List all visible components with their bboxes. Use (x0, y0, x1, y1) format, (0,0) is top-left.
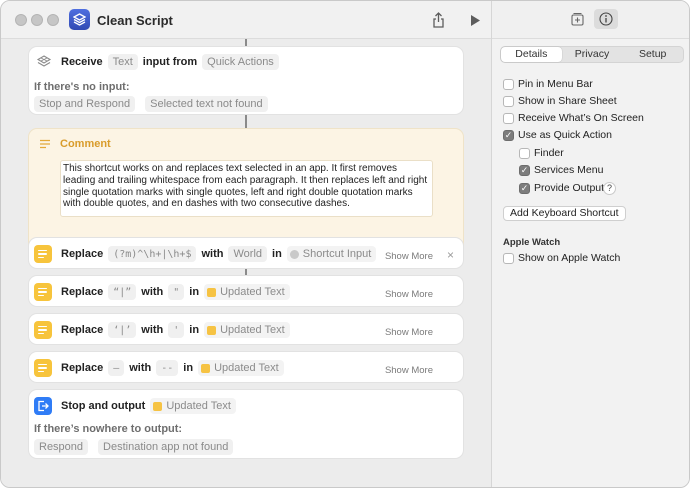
replace-label: Replace (61, 248, 104, 260)
help-icon[interactable]: ? (603, 182, 616, 195)
replacement-token[interactable]: " (168, 284, 185, 300)
window-title: Clean Script (97, 13, 173, 28)
provide-output-checkbox[interactable]: ✓ Provide Output (519, 182, 604, 194)
checkbox[interactable] (503, 95, 514, 107)
tab-setup[interactable]: Setup (622, 47, 683, 62)
library-icon[interactable] (570, 12, 585, 30)
flow-connector (245, 39, 247, 46)
share-icon[interactable] (428, 10, 448, 30)
input-type-token[interactable]: Text (107, 54, 138, 70)
receive-screen-checkbox[interactable]: Receive What’s On Screen (503, 112, 644, 124)
variable-icon (207, 287, 217, 297)
comment-label: Comment (60, 138, 111, 150)
zoom-window-button[interactable] (47, 14, 59, 26)
tab-details[interactable]: Details (501, 47, 562, 62)
input-from-label: input from (142, 56, 198, 68)
title-bar: Clean Script (1, 1, 491, 39)
input-source-token[interactable]: Quick Actions (202, 54, 279, 70)
show-more-button[interactable]: Show More (385, 327, 433, 338)
updated-text-variable[interactable]: Updated Text (204, 284, 290, 300)
replacement-token[interactable]: -- (156, 360, 179, 376)
updated-text-variable[interactable]: Updated Text (150, 398, 236, 414)
with-label: with (201, 248, 224, 260)
replace-label: Replace (61, 286, 104, 298)
variable-icon (207, 325, 217, 335)
shortcuts-window: Clean Script Receive Text input from Qui… (0, 0, 690, 488)
replace-action-card[interactable]: Replace – with -- in Updated Text Show M… (28, 351, 464, 383)
receive-action-card[interactable]: Receive Text input from Quick Actions If… (28, 46, 464, 115)
layers-icon (36, 54, 52, 70)
checkmark-icon[interactable]: ✓ (519, 164, 530, 176)
play-icon[interactable] (465, 10, 485, 30)
inspector-toolbar (492, 1, 689, 39)
comment-lines-icon (39, 139, 51, 152)
checkbox[interactable] (519, 147, 530, 159)
replace-action-card[interactable]: Replace (?m)^\h+|\h+$ with World in Shor… (28, 237, 464, 269)
checkbox[interactable] (503, 78, 514, 90)
replacement-token[interactable]: ' (168, 322, 185, 338)
show-more-button[interactable]: Show More (385, 289, 433, 300)
text-icon (34, 283, 52, 301)
find-pattern-token[interactable]: “|” (108, 284, 137, 300)
replace-label: Replace (61, 362, 104, 374)
finder-checkbox[interactable]: Finder (519, 147, 564, 159)
close-window-button[interactable] (15, 14, 27, 26)
checkmark-icon[interactable]: ✓ (503, 129, 514, 141)
updated-text-variable[interactable]: Updated Text (204, 322, 290, 338)
variable-icon (201, 363, 211, 373)
add-keyboard-shortcut-button[interactable]: Add Keyboard Shortcut (503, 206, 626, 221)
variable-icon (153, 401, 163, 411)
stop-output-icon (34, 397, 52, 415)
in-label: in (183, 362, 194, 374)
apple-watch-heading: Apple Watch (503, 237, 561, 248)
shortcut-app-icon (69, 9, 90, 30)
checkmark-icon[interactable]: ✓ (519, 182, 530, 194)
nowhere-message-token[interactable]: Destination app not found (98, 439, 234, 455)
checkbox[interactable] (503, 112, 514, 124)
show-more-button[interactable]: Show More (385, 365, 433, 376)
services-menu-checkbox[interactable]: ✓ Services Menu (519, 164, 603, 176)
find-pattern-token[interactable]: – (108, 360, 125, 376)
replace-action-card[interactable]: Replace ‘|’ with ' in Updated Text Show … (28, 313, 464, 345)
receive-label: Receive (61, 56, 103, 68)
stop-output-action-card[interactable]: Stop and output Updated Text If there’s … (28, 389, 464, 459)
quick-action-checkbox[interactable]: ✓ Use as Quick Action (503, 129, 612, 141)
replace-label: Replace (61, 324, 104, 336)
no-input-action-token[interactable]: Stop and Respond (34, 96, 136, 112)
apple-watch-checkbox[interactable]: Show on Apple Watch (503, 252, 620, 264)
no-input-label: If there's no input: (34, 81, 130, 93)
replacement-token[interactable]: World (228, 246, 268, 262)
nowhere-output-label: If there’s nowhere to output: (34, 423, 183, 435)
with-label: with (129, 362, 152, 374)
info-icon[interactable] (594, 9, 618, 29)
nowhere-action-token[interactable]: Respond (34, 439, 89, 455)
text-icon (34, 321, 52, 339)
pin-menu-bar-checkbox[interactable]: Pin in Menu Bar (503, 78, 593, 90)
stop-output-label: Stop and output (61, 400, 146, 412)
show-more-button[interactable]: Show More (385, 251, 433, 262)
updated-text-variable[interactable]: Updated Text (198, 360, 284, 376)
flow-connector (245, 115, 247, 129)
shortcut-input-variable[interactable]: Shortcut Input (286, 246, 377, 262)
with-label: with (141, 286, 164, 298)
comment-text[interactable]: This shortcut works on and replaces text… (60, 160, 433, 217)
shortcut-editor: Receive Text input from Quick Actions If… (1, 39, 491, 487)
find-pattern-token[interactable]: (?m)^\h+|\h+$ (108, 246, 197, 262)
text-icon (34, 359, 52, 377)
close-icon[interactable]: × (447, 248, 454, 262)
in-label: in (189, 324, 200, 336)
share-sheet-checkbox[interactable]: Show in Share Sheet (503, 95, 617, 107)
replace-action-card[interactable]: Replace “|” with " in Updated Text Show … (28, 275, 464, 307)
inspector-tabs: Details Privacy Setup (500, 46, 684, 63)
no-input-message-token[interactable]: Selected text not found (145, 96, 268, 112)
text-icon (34, 245, 52, 263)
tab-privacy[interactable]: Privacy (562, 47, 623, 62)
with-label: with (141, 324, 164, 336)
variable-icon (289, 249, 299, 259)
find-pattern-token[interactable]: ‘|’ (108, 322, 137, 338)
in-label: in (189, 286, 200, 298)
checkbox[interactable] (503, 252, 514, 264)
in-label: in (272, 248, 282, 260)
minimize-window-button[interactable] (31, 14, 43, 26)
